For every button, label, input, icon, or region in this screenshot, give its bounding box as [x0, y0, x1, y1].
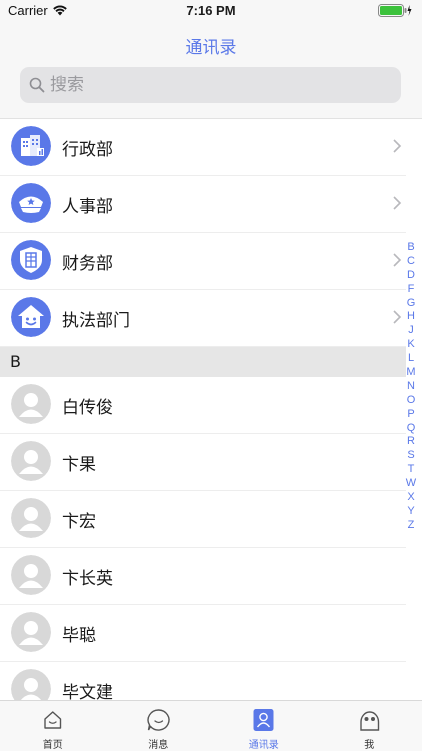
avatar-placeholder-icon: [11, 498, 51, 538]
contact-row[interactable]: 卞宏: [0, 491, 406, 548]
chevron-right-icon: [392, 195, 402, 211]
department-row-hr[interactable]: 人事部: [0, 176, 406, 233]
index-letter[interactable]: N: [404, 380, 418, 394]
police-cap-icon: [11, 183, 51, 223]
department-label: 财务部: [62, 249, 113, 274]
search-area: [0, 66, 422, 119]
index-letter[interactable]: Q: [404, 422, 418, 436]
index-letter[interactable]: F: [404, 283, 418, 297]
index-letter[interactable]: R: [404, 435, 418, 449]
index-letter[interactable]: Y: [404, 505, 418, 519]
avatar-placeholder-icon: [11, 555, 51, 595]
index-letter[interactable]: T: [404, 463, 418, 477]
shield-building-icon: [11, 240, 51, 280]
contact-name: 毕聪: [62, 621, 96, 646]
navigation-bar: 通讯录: [0, 22, 422, 66]
contact-list: 行政部 人事部: [0, 119, 406, 719]
home-icon: [0, 708, 106, 732]
department-label: 行政部: [62, 135, 113, 160]
profile-icon: [317, 708, 422, 732]
contact-name: 白传俊: [62, 393, 113, 418]
tab-contacts[interactable]: 通讯录: [211, 701, 317, 751]
page-title: 通讯录: [0, 33, 422, 58]
status-bar: Carrier 7:16 PM: [0, 0, 422, 22]
contact-row[interactable]: 毕聪: [0, 605, 406, 662]
chevron-right-icon: [392, 252, 402, 268]
index-letter[interactable]: K: [404, 338, 418, 352]
contact-name: 卞长英: [62, 564, 113, 589]
index-letter[interactable]: Z: [404, 519, 418, 533]
index-letter[interactable]: J: [404, 324, 418, 338]
alphabet-index[interactable]: B C D F G H J K L M N O P Q R S T W X Y …: [404, 241, 418, 533]
index-letter[interactable]: G: [404, 297, 418, 311]
tab-label: 通讯录: [211, 736, 317, 751]
tab-profile[interactable]: 我: [317, 701, 422, 751]
department-label: 执法部门: [62, 306, 130, 331]
clock: 7:16 PM: [0, 3, 422, 18]
chevron-right-icon: [392, 309, 402, 325]
contact-row[interactable]: 卞长英: [0, 548, 406, 605]
department-label: 人事部: [62, 192, 113, 217]
avatar-placeholder-icon: [11, 441, 51, 481]
tab-messages[interactable]: 消息: [106, 701, 212, 751]
index-letter[interactable]: D: [404, 269, 418, 283]
tab-bar: 首页 消息 通讯录 我: [0, 700, 422, 751]
index-letter[interactable]: X: [404, 491, 418, 505]
index-letter[interactable]: L: [404, 352, 418, 366]
contact-row[interactable]: 白传俊: [0, 377, 406, 434]
battery-charging-icon: [378, 4, 412, 17]
index-letter[interactable]: H: [404, 310, 418, 324]
avatar-placeholder-icon: [11, 612, 51, 652]
tab-label: 消息: [106, 736, 212, 751]
index-letter[interactable]: M: [404, 366, 418, 380]
contacts-icon: [211, 708, 317, 732]
index-letter[interactable]: C: [404, 255, 418, 269]
contact-row[interactable]: 卞果: [0, 434, 406, 491]
contact-name: 卞果: [62, 450, 96, 475]
avatar-placeholder-icon: [11, 384, 51, 424]
tab-label: 首页: [0, 736, 106, 751]
department-row-enforcement[interactable]: 执法部门: [0, 290, 406, 347]
tab-label: 我: [317, 736, 422, 751]
chevron-right-icon: [392, 138, 402, 154]
house-smile-icon: [11, 297, 51, 337]
section-letter: B: [10, 352, 21, 371]
tab-home[interactable]: 首页: [0, 701, 106, 751]
index-letter[interactable]: O: [404, 394, 418, 408]
department-row-finance[interactable]: 财务部: [0, 233, 406, 290]
index-letter[interactable]: W: [404, 477, 418, 491]
index-letter[interactable]: S: [404, 449, 418, 463]
search-input[interactable]: [50, 67, 390, 103]
index-letter[interactable]: B: [404, 241, 418, 255]
search-box[interactable]: [20, 67, 401, 103]
department-row-admin[interactable]: 行政部: [0, 119, 406, 176]
building-icon: [11, 126, 51, 166]
index-letter[interactable]: P: [404, 408, 418, 422]
contact-name: 卞宏: [62, 507, 96, 532]
section-header-b: B: [0, 347, 406, 377]
search-icon: [29, 77, 45, 93]
message-icon: [106, 708, 212, 732]
